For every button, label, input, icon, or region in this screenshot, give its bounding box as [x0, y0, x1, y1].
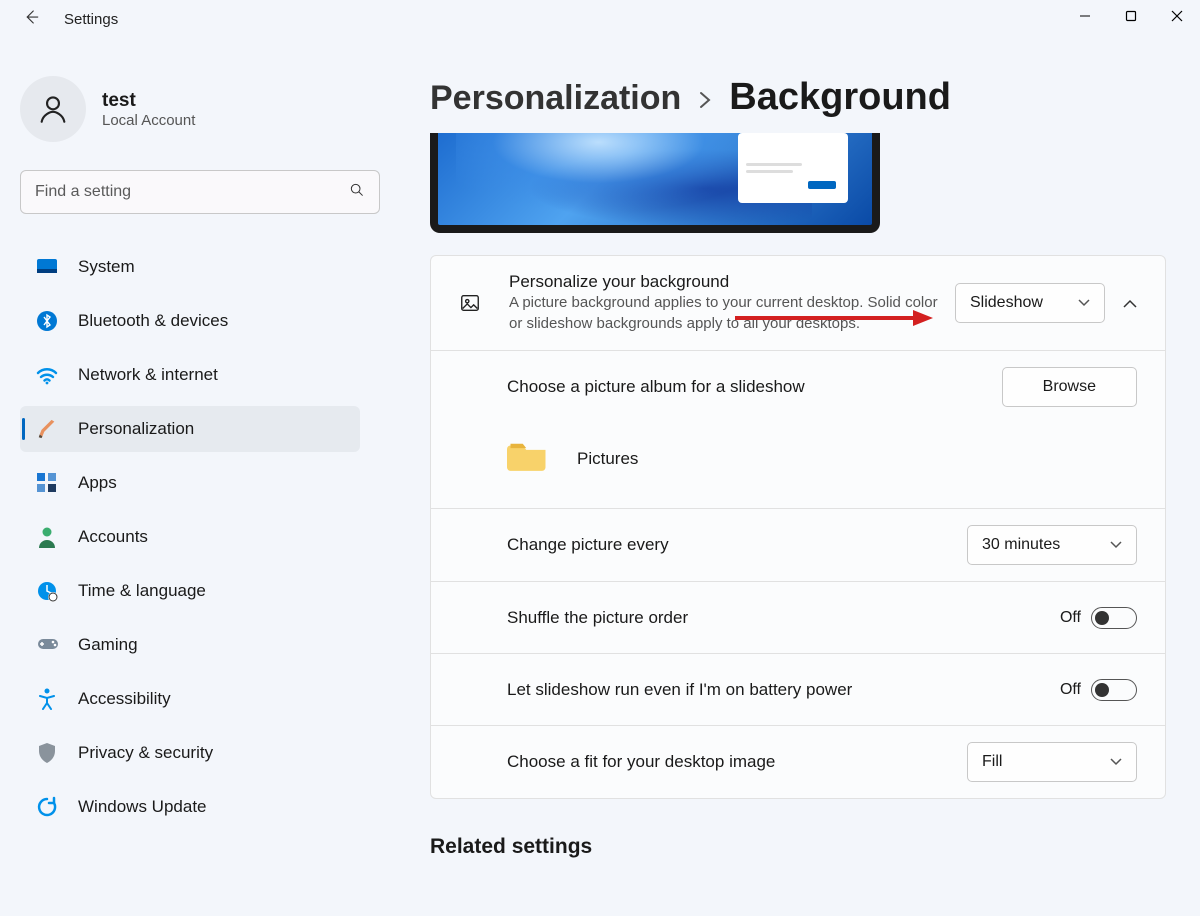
main-content: Personalization Background Personalize y… — [380, 58, 1200, 916]
nav-privacy[interactable]: Privacy & security — [20, 730, 360, 776]
row-title: Let slideshow run even if I'm on battery… — [507, 680, 852, 700]
profile-name: test — [102, 90, 195, 112]
profile[interactable]: test Local Account — [20, 76, 360, 142]
gamepad-icon — [36, 634, 58, 656]
nav-accounts[interactable]: Accounts — [20, 514, 360, 560]
chevron-down-icon — [1110, 755, 1122, 769]
breadcrumb-parent[interactable]: Personalization — [430, 79, 681, 118]
shuffle-toggle[interactable] — [1091, 607, 1137, 629]
nav-network[interactable]: Network & internet — [20, 352, 360, 398]
nav-bluetooth[interactable]: Bluetooth & devices — [20, 298, 360, 344]
nav-label: System — [78, 257, 135, 277]
profile-sub: Local Account — [102, 112, 195, 129]
related-settings-heading: Related settings — [430, 835, 1166, 859]
folder-label: Pictures — [577, 449, 638, 469]
album-folder[interactable]: Pictures — [431, 423, 1165, 509]
nav-label: Accounts — [78, 527, 148, 547]
browse-button[interactable]: Browse — [1002, 367, 1137, 407]
nav-label: Time & language — [78, 581, 206, 601]
nav-time[interactable]: Time & language — [20, 568, 360, 614]
search-icon — [349, 182, 365, 203]
row-shuffle: Shuffle the picture order Off — [431, 582, 1165, 654]
toggle-label: Off — [1060, 681, 1081, 699]
desktop-preview — [430, 133, 880, 233]
minimize-button[interactable] — [1062, 0, 1108, 32]
dropdown-value: 30 minutes — [982, 536, 1060, 554]
apps-icon — [36, 472, 58, 494]
interval-dropdown[interactable]: 30 minutes — [967, 525, 1137, 565]
bluetooth-icon — [36, 310, 58, 332]
background-type-dropdown[interactable]: Slideshow — [955, 283, 1105, 323]
monitor-icon — [36, 256, 58, 278]
nav-label: Network & internet — [78, 365, 218, 385]
nav-label: Accessibility — [78, 689, 171, 709]
nav-personalization[interactable]: Personalization — [20, 406, 360, 452]
paintbrush-icon — [36, 418, 58, 440]
person-icon — [36, 526, 58, 548]
update-icon — [36, 796, 58, 818]
row-title: Choose a picture album for a slideshow — [507, 377, 805, 397]
search-field[interactable] — [35, 183, 349, 201]
search-input[interactable] — [20, 170, 380, 214]
chevron-right-icon — [699, 89, 711, 115]
accessibility-icon — [36, 688, 58, 710]
dropdown-value: Fill — [982, 753, 1002, 771]
row-battery: Let slideshow run even if I'm on battery… — [431, 654, 1165, 726]
row-title: Shuffle the picture order — [507, 608, 688, 628]
chevron-down-icon — [1078, 296, 1090, 310]
row-fit: Choose a fit for your desktop image Fill — [431, 726, 1165, 798]
collapse-icon[interactable] — [1123, 296, 1137, 311]
app-title: Settings — [64, 11, 118, 28]
battery-toggle[interactable] — [1091, 679, 1137, 701]
toggle-label: Off — [1060, 609, 1081, 627]
nav-label: Apps — [78, 473, 117, 493]
chevron-down-icon — [1110, 538, 1122, 552]
breadcrumb-current: Background — [729, 76, 951, 119]
nav-system[interactable]: System — [20, 244, 360, 290]
settings-card: Personalize your background A picture ba… — [430, 255, 1166, 799]
row-title: Personalize your background — [509, 272, 955, 292]
nav-label: Bluetooth & devices — [78, 311, 228, 331]
nav-update[interactable]: Windows Update — [20, 784, 360, 830]
nav-label: Personalization — [78, 419, 194, 439]
wifi-icon — [36, 364, 58, 386]
row-title: Choose a fit for your desktop image — [507, 752, 775, 772]
folder-icon — [507, 437, 549, 480]
nav-apps[interactable]: Apps — [20, 460, 360, 506]
sidebar: test Local Account System Bluetooth & de… — [0, 58, 380, 916]
close-button[interactable] — [1154, 0, 1200, 32]
back-arrow-icon[interactable] — [22, 8, 40, 31]
fit-dropdown[interactable]: Fill — [967, 742, 1137, 782]
nav-label: Windows Update — [78, 797, 207, 817]
row-choose-album: Choose a picture album for a slideshow B… — [431, 351, 1165, 423]
breadcrumb: Personalization Background — [430, 76, 1166, 119]
nav-label: Privacy & security — [78, 743, 213, 763]
row-title: Change picture every — [507, 535, 669, 555]
maximize-button[interactable] — [1108, 0, 1154, 32]
nav-list: System Bluetooth & devices Network & int… — [20, 244, 360, 830]
row-personalize-background[interactable]: Personalize your background A picture ba… — [431, 256, 1165, 351]
nav-gaming[interactable]: Gaming — [20, 622, 360, 668]
avatar-icon — [20, 76, 86, 142]
row-subtitle: A picture background applies to your cur… — [509, 292, 939, 334]
shield-icon — [36, 742, 58, 764]
clock-globe-icon — [36, 580, 58, 602]
picture-icon — [459, 292, 481, 314]
nav-label: Gaming — [78, 635, 138, 655]
row-change-interval: Change picture every 30 minutes — [431, 509, 1165, 582]
dropdown-value: Slideshow — [970, 294, 1043, 312]
nav-accessibility[interactable]: Accessibility — [20, 676, 360, 722]
